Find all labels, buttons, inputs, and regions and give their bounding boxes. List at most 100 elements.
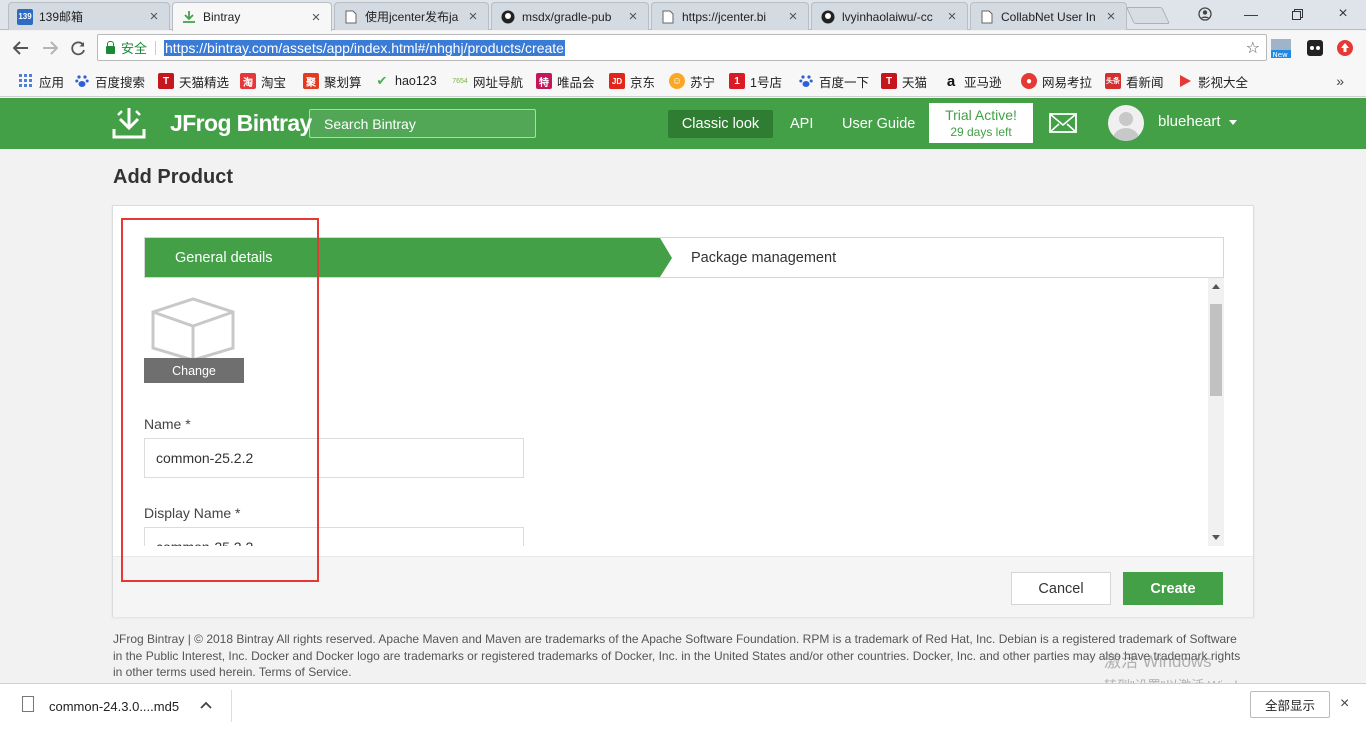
secure-label: 安全 — [121, 41, 148, 56]
browser-tab[interactable]: CollabNet User In × — [970, 2, 1127, 30]
chevron-down-icon[interactable] — [1229, 120, 1237, 125]
bookmark-hao123[interactable]: ✔ hao123 — [374, 72, 437, 90]
close-tab-icon[interactable]: × — [626, 8, 640, 25]
username[interactable]: blueheart — [1158, 113, 1221, 130]
taobao-icon: 淘 — [240, 73, 256, 89]
browser-tab[interactable]: lvyinhaolaiwu/-cc × — [811, 2, 968, 30]
page-icon — [979, 9, 995, 25]
close-tab-icon[interactable]: × — [786, 8, 800, 25]
step-package-management[interactable]: Package management — [691, 238, 836, 277]
address-bar[interactable]: 安全 https://bintray.com/assets/app/index.… — [97, 34, 1267, 61]
mail-139-icon: 139 — [17, 8, 33, 25]
apps-grid-icon — [18, 73, 34, 89]
browser-tab-active[interactable]: Bintray × — [172, 2, 332, 31]
baidu-paw-icon — [798, 73, 814, 89]
bookmark-suning[interactable]: ☺ 苏宁 — [669, 72, 715, 90]
navigation-icon: 7654 — [452, 77, 468, 85]
bookmark-jd[interactable]: JD 京东 — [609, 72, 655, 90]
close-tab-icon[interactable]: × — [945, 8, 959, 25]
bookmark-baidu-search[interactable]: 百度搜索 — [74, 72, 145, 90]
github-icon — [500, 9, 516, 25]
step-general-details[interactable]: General details — [145, 238, 672, 277]
profile-icon[interactable] — [1194, 4, 1216, 24]
bookmark-tmall[interactable]: T 天猫 — [881, 72, 927, 90]
lock-icon — [106, 40, 115, 54]
play-icon — [1177, 73, 1193, 89]
bintray-logo-icon[interactable] — [112, 105, 148, 141]
bookmark-vip[interactable]: 特 唯品会 — [536, 72, 595, 90]
extension-red-icon[interactable] — [1334, 37, 1356, 59]
logo-text[interactable]: JFrog Bintray — [170, 110, 312, 137]
download-file-name[interactable]: common-24.3.0....md5 — [49, 699, 179, 714]
bookmark-apps[interactable]: 应用 — [18, 72, 64, 90]
bintray-icon — [181, 9, 197, 25]
bookmark-navigation[interactable]: 7654 网址导航 — [452, 72, 523, 90]
close-tab-icon[interactable]: × — [147, 8, 161, 25]
suning-icon: ☺ — [669, 73, 685, 89]
vertical-scrollbar[interactable] — [1208, 278, 1224, 546]
bookmark-star-icon[interactable]: ☆ — [1246, 38, 1260, 58]
app-header: JFrog Bintray Search Bintray Classic loo… — [0, 98, 1366, 149]
github-icon — [820, 9, 836, 25]
bookmark-kaola[interactable]: ● 网易考拉 — [1021, 72, 1092, 90]
scroll-up-icon[interactable] — [1212, 284, 1220, 289]
svg-text:New: New — [1273, 51, 1289, 59]
forward-arrow-icon[interactable] — [40, 38, 60, 58]
close-tab-icon[interactable]: × — [466, 8, 480, 25]
amazon-icon: a — [946, 72, 956, 90]
classic-look-button[interactable]: Classic look — [668, 110, 773, 138]
restore-icon[interactable] — [1286, 4, 1308, 24]
bookmark-juhuasuan[interactable]: 聚 聚划算 — [303, 72, 362, 90]
form-scroll-area[interactable]: Change Name * Display Name * — [144, 278, 1224, 546]
avatar[interactable] — [1108, 105, 1144, 141]
show-all-downloads-button[interactable]: 全部显示 — [1250, 691, 1330, 718]
search-input[interactable]: Search Bintray — [309, 109, 536, 138]
reload-icon[interactable] — [68, 38, 88, 58]
trial-title: Trial Active! — [945, 107, 1017, 123]
scroll-down-icon[interactable] — [1212, 535, 1220, 540]
close-tab-icon[interactable]: × — [1104, 8, 1118, 25]
close-icon[interactable]: × — [1340, 695, 1349, 713]
new-tab-button[interactable] — [1126, 7, 1170, 24]
baidu-paw-icon — [74, 73, 90, 89]
bookmark-baidu[interactable]: 百度一下 — [798, 72, 869, 90]
news-extension-icon[interactable]: New — [1270, 37, 1292, 59]
bookmark-taobao[interactable]: 淘 淘宝 — [240, 72, 286, 90]
back-arrow-icon[interactable] — [11, 38, 31, 58]
extension-icon[interactable] — [1304, 37, 1326, 59]
create-button[interactable]: Create — [1123, 572, 1223, 605]
bookmark-videos[interactable]: 影视大全 — [1177, 72, 1248, 90]
form-actions: Cancel Create — [113, 556, 1253, 617]
cancel-button[interactable]: Cancel — [1011, 572, 1111, 605]
name-input[interactable] — [144, 438, 524, 478]
page-icon — [660, 9, 676, 25]
scrollbar-thumb[interactable] — [1210, 304, 1222, 396]
page-icon — [343, 9, 359, 25]
juhuasuan-icon: 聚 — [303, 73, 319, 89]
window-close-icon[interactable]: × — [1332, 4, 1354, 24]
close-tab-icon[interactable]: × — [309, 9, 323, 26]
bookmark-news[interactable]: 头条 看新闻 — [1105, 72, 1164, 90]
chevron-up-icon[interactable] — [200, 697, 212, 712]
bookmark-yhd[interactable]: 1 1号店 — [729, 72, 782, 90]
mail-icon[interactable] — [1049, 113, 1077, 133]
browser-tab[interactable]: msdx/gradle-pub × — [491, 2, 649, 30]
change-image-button[interactable]: Change — [144, 358, 244, 383]
copyright-text: JFrog Bintray | © 2018 Bintray All right… — [113, 632, 1241, 679]
download-shelf: common-24.3.0....md5 全部显示 × — [0, 683, 1366, 729]
api-link[interactable]: API — [790, 110, 813, 138]
vip-icon: 特 — [536, 73, 552, 89]
browser-tab[interactable]: 使用jcenter发布ja × — [334, 2, 489, 30]
bookmarks-overflow-icon[interactable]: » — [1336, 73, 1344, 89]
bookmark-tmall-select[interactable]: T 天猫精选 — [158, 72, 229, 90]
minimize-icon[interactable]: — — [1240, 4, 1262, 24]
news-icon: 头条 — [1105, 73, 1121, 89]
url-text[interactable]: https://bintray.com/assets/app/index.htm… — [164, 39, 565, 56]
bookmark-amazon[interactable]: a 亚马逊 — [943, 72, 1002, 90]
user-guide-link[interactable]: User Guide — [842, 110, 915, 138]
trial-badge[interactable]: Trial Active! 29 days left — [929, 103, 1033, 143]
browser-tab[interactable]: 139 139邮箱 × — [8, 2, 170, 30]
browser-tab[interactable]: https://jcenter.bi × — [651, 2, 809, 30]
tmall-icon: T — [158, 73, 174, 89]
display-name-input[interactable] — [144, 527, 524, 546]
